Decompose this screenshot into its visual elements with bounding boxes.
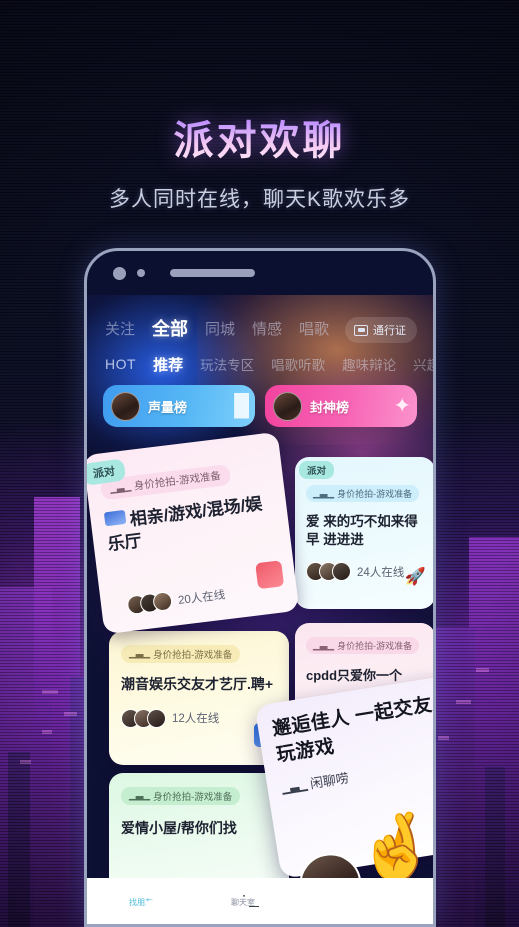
building-silhouette (485, 767, 505, 927)
waveform-icon: ▁▃▁ (313, 640, 334, 651)
wing-icon: ✦ (393, 394, 411, 418)
online-count: 24人在线 (357, 566, 405, 579)
card-tag-label: 身价抢拍-游戏准备 (153, 791, 233, 803)
tab-xingqu[interactable]: 兴趣3 (413, 354, 433, 374)
window-light (438, 736, 449, 740)
card-tag-label: 身价抢拍-游戏准备 (133, 469, 222, 493)
speaker-grille (170, 269, 255, 277)
phone-screen: 关注 全部 同城 情感 唱歌 通行证 HOT 推荐 玩法专区 唱歌听歌 趣味辩论… (87, 295, 433, 924)
tab-hot[interactable]: HOT (105, 356, 136, 372)
tab-quanbu[interactable]: 全部 (152, 315, 188, 341)
tab-wanfa[interactable]: 玩法专区 (200, 354, 254, 374)
passport-button[interactable]: 通行证 (345, 317, 417, 343)
room-card[interactable]: ▁▃▁ 身价抢拍-游戏准备 爱情小屋/帮你们找 (109, 773, 289, 893)
window-light (20, 760, 31, 764)
window-light (42, 690, 58, 694)
banner-label: 声量榜 (148, 399, 188, 415)
card-title: 爱 来的巧不如来得早 进进进 (306, 514, 418, 547)
building-silhouette (8, 752, 30, 927)
avatar-group (126, 590, 174, 616)
room-card[interactable]: 派对 ▁▃▁ 身价抢拍-游戏准备 爱 来的巧不如来得早 进进进 24人在线 🚀 (295, 457, 433, 609)
tab-tuijian[interactable]: 推荐 (153, 354, 183, 375)
featured-card-title: 邂逅佳人 一起交友玩游戏 (270, 694, 433, 766)
card-tag: ▁▃▁ 身价抢拍-游戏准备 (306, 637, 420, 654)
tab-guanzhu[interactable]: 关注 (105, 318, 135, 339)
rocket-icon: 🚀 (404, 567, 426, 586)
gift-icon (255, 560, 285, 590)
window-light (64, 712, 77, 716)
waveform-icon: ▁▃▁ (109, 481, 131, 495)
banner-label: 封神榜 (310, 399, 350, 415)
game-badge-icon (103, 509, 127, 527)
card-title: 潮音娱乐交友才艺厅.聘+ (121, 675, 274, 692)
waveform-icon: ▁▃▁ (280, 776, 308, 795)
banner-fengshenbang[interactable]: 封神榜 ✦ (265, 385, 417, 427)
card-tag: ▁▃▁ 身价抢拍-游戏准备 (121, 786, 241, 805)
tab-bar-primary: 关注 全部 同城 情感 唱歌 通行证 (87, 309, 433, 347)
card-tag-label: 身价抢拍-游戏准备 (337, 489, 413, 499)
waveform-icon: ▁▃▁ (129, 790, 150, 801)
room-card[interactable]: 派对 ▁▃▁ 身价抢拍-游戏准备 相亲/游戏/混场/娱乐厅 20人在线 (87, 431, 300, 635)
card-tag: ▁▃▁ 身价抢拍-游戏准备 (121, 644, 241, 663)
tab-bianlun[interactable]: 趣味辩论 (342, 354, 396, 374)
featured-card-tag-label: 闲聊唠 (308, 770, 350, 792)
window-light (42, 730, 52, 734)
banner-shengliangbang[interactable]: 声量榜 █ (103, 385, 255, 427)
room-card-grid: ▁▃▁ 身价抢拍-游戏准备 潮音娱乐交友才艺厅.聘+ 12人在线 ▁▃▁ 身价抢… (87, 431, 433, 920)
avatar-group (306, 562, 351, 582)
tab-changgeting[interactable]: 唱歌听歌 (271, 354, 325, 374)
sensor-icon (137, 269, 145, 277)
banner-row: 声量榜 █ 封神榜 ✦ (87, 379, 433, 427)
window-light (476, 668, 489, 672)
avatar (147, 708, 166, 728)
phone-mockup: 关注 全部 同城 情感 唱歌 通行证 HOT 推荐 玩法专区 唱歌听歌 趣味辩论… (84, 248, 436, 927)
card-footer: 20人在线 (126, 584, 226, 616)
waveform-icon: ▁▃▁ (313, 488, 334, 499)
bottom-navigation-bar: 找朋友 聊天室 (87, 878, 433, 924)
card-title: 爱情小屋/帮你们找 (121, 819, 237, 836)
featured-room-card[interactable]: 邂逅佳人 一起交友玩游戏 ▁▃▁ 闲聊唠 🤞 (254, 674, 433, 920)
page-title: 派对欢聊 (0, 108, 519, 166)
online-count: 12人在线 (172, 713, 220, 726)
tab-qinggan[interactable]: 情感 (252, 318, 282, 339)
avatar (332, 562, 351, 582)
passport-label: 通行证 (373, 325, 406, 337)
page-subtitle: 多人同时在线，聊天K歌欢乐多 (108, 188, 410, 211)
card-title: 相亲/游戏/混场/娱乐厅 (103, 492, 276, 556)
avatar (273, 391, 302, 421)
nav-item-find-friends[interactable]: 找朋友 (117, 895, 165, 908)
avatar-group (121, 708, 166, 728)
avatar (111, 391, 140, 421)
card-tag: ▁▃▁ 身价抢拍-游戏准备 (306, 485, 420, 502)
building-silhouette (433, 627, 475, 927)
frame-icon (354, 324, 368, 336)
nav-item-chatroom[interactable]: 聊天室 (219, 895, 267, 908)
window-light (456, 700, 471, 704)
tab-bar-secondary: HOT 推荐 玩法专区 唱歌听歌 趣味辩论 兴趣3 (87, 349, 433, 379)
phone-notch (87, 251, 433, 295)
podium-icon: █ (234, 394, 249, 417)
camera-icon (113, 266, 126, 280)
hero-section: 派对欢聊 多人同时在线，聊天K歌欢乐多 (0, 0, 519, 213)
card-tag-label: 身价抢拍-游戏准备 (153, 649, 233, 661)
tab-changge[interactable]: 唱歌 (299, 318, 329, 339)
card-tag-label: 身价抢拍-游戏准备 (337, 641, 413, 651)
waveform-icon: ▁▃▁ (129, 648, 150, 659)
online-count: 20人在线 (177, 588, 226, 607)
hand-icon: 🤞 (354, 808, 433, 885)
tab-tongcheng[interactable]: 同城 (205, 318, 235, 339)
card-badge: 派对 (299, 461, 335, 479)
